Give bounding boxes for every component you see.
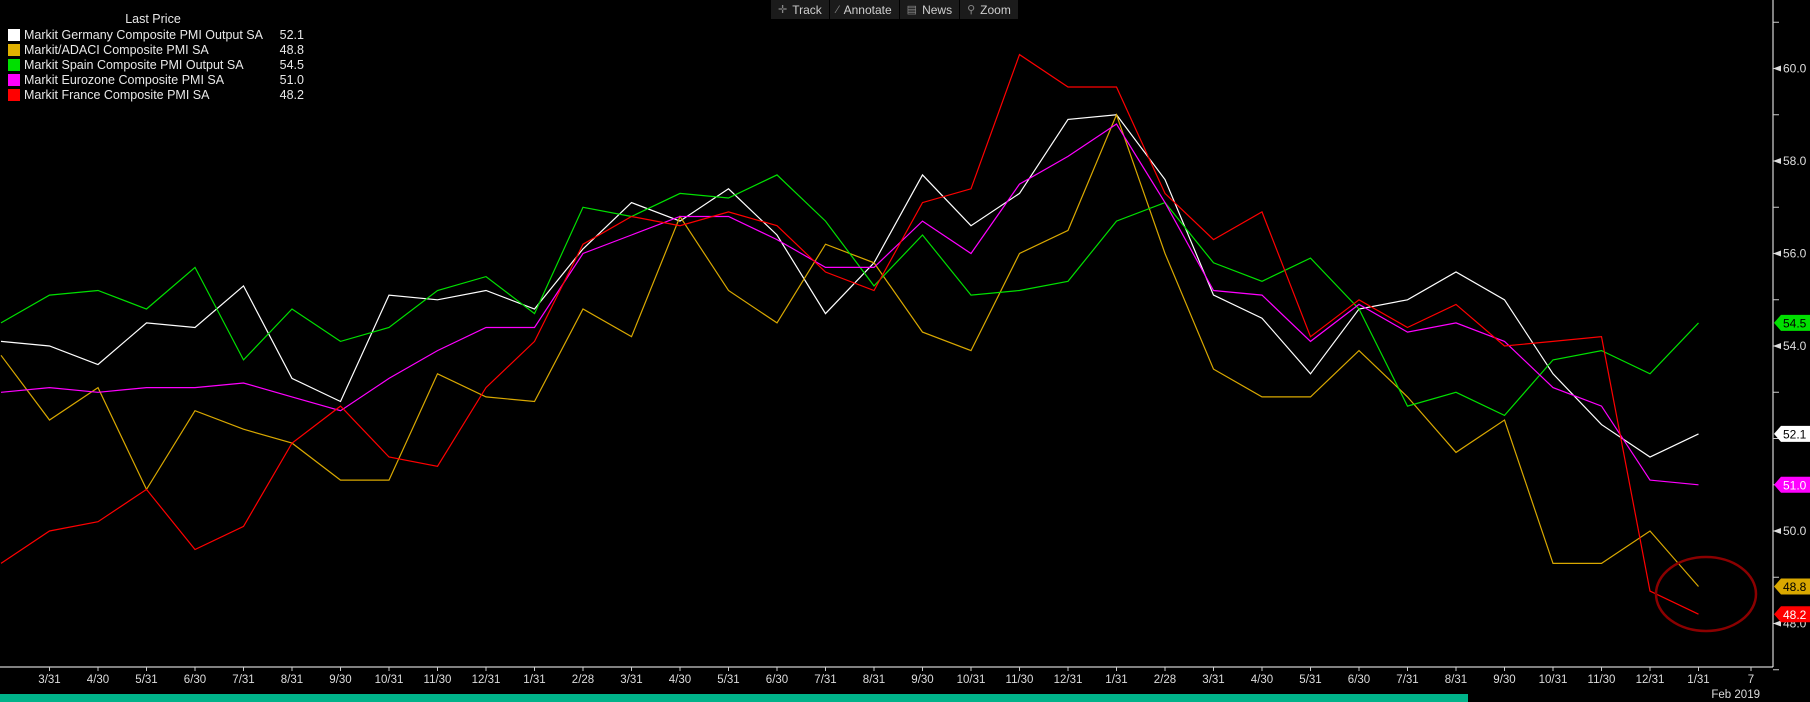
crosshair-icon: ✛ xyxy=(778,4,788,16)
pencil-icon: ⁄ xyxy=(836,3,839,16)
x-tick-label: 5/31 xyxy=(135,674,157,686)
toolbar-news-button[interactable]: ▤ News xyxy=(900,0,961,19)
x-tick-label: 1/31 xyxy=(1687,674,1709,686)
x-tick-label: 6/30 xyxy=(766,674,788,686)
last-price-label: 51.0 xyxy=(1783,478,1807,492)
series-line xyxy=(0,53,1699,615)
y-tick-marker xyxy=(1773,158,1781,164)
series-line xyxy=(0,114,1699,458)
x-tick-label: 7/31 xyxy=(1396,674,1418,686)
x-tick-label: 11/30 xyxy=(424,674,452,686)
x-tick-label: 8/31 xyxy=(863,674,885,686)
x-tick-label: 4/30 xyxy=(87,674,109,686)
y-tick-label: 54.0 xyxy=(1783,339,1807,353)
legend-swatch xyxy=(8,73,20,86)
x-tick-label: 4/30 xyxy=(669,674,691,686)
annotation-ellipse[interactable] xyxy=(1654,555,1758,633)
scroll-bar[interactable] xyxy=(0,694,1468,702)
x-tick-label: 1/31 xyxy=(1105,674,1127,686)
legend-item-value: 52.1 xyxy=(279,27,304,42)
legend-item[interactable]: Markit/ADACI Composite PMI SA 48.8 xyxy=(8,42,304,57)
y-tick-label: 56.0 xyxy=(1783,247,1807,261)
legend-swatch xyxy=(8,58,20,71)
x-tick-label: 9/30 xyxy=(329,674,351,686)
legend-item-value: 51.0 xyxy=(279,72,304,87)
x-tick-label: 2/28 xyxy=(572,674,594,686)
x-tick-label: 12/31 xyxy=(1636,674,1665,686)
x-tick-label: 12/31 xyxy=(472,674,501,686)
toolbar-track-button[interactable]: ✛ Track xyxy=(771,0,830,19)
x-tick-label: 11/30 xyxy=(1006,674,1034,686)
y-tick-marker xyxy=(1773,528,1781,534)
x-tick-label: 9/30 xyxy=(1493,674,1515,686)
toolbar-label: Track xyxy=(792,2,822,17)
y-tick-marker xyxy=(1773,65,1781,72)
series-line xyxy=(0,174,1699,417)
toolbar-annotate-button[interactable]: ⁄ Annotate xyxy=(830,0,900,19)
legend-item[interactable]: Markit France Composite PMI SA 48.2 xyxy=(8,87,304,102)
legend-item[interactable]: Markit Spain Composite PMI Output SA 54.… xyxy=(8,57,304,72)
x-tick-label: 10/31 xyxy=(1539,674,1568,686)
legend-item[interactable]: Markit Eurozone Composite PMI SA 51.0 xyxy=(8,72,304,87)
toolbar-label: Zoom xyxy=(980,2,1011,17)
last-price-label: 52.1 xyxy=(1783,427,1807,441)
legend-item-name: Markit Eurozone Composite PMI SA xyxy=(24,72,225,87)
legend-header: Last Price xyxy=(125,12,181,26)
series-line xyxy=(0,113,1699,587)
legend-item-value: 48.8 xyxy=(279,42,304,57)
x-tick-label: 1/31 xyxy=(523,674,545,686)
x-tick-label: 10/31 xyxy=(375,674,404,686)
legend-item-name: Markit France Composite PMI SA xyxy=(24,87,210,102)
x-tick-label: 4/30 xyxy=(1251,674,1273,686)
chart-toolbar: ✛ Track ⁄ Annotate ▤ News ⚲ Zoom xyxy=(771,0,1019,19)
y-tick-marker xyxy=(1773,343,1781,349)
x-tick-label: 7/31 xyxy=(814,674,836,686)
toolbar-label: Annotate xyxy=(843,2,892,17)
last-price-label: 48.8 xyxy=(1783,580,1807,594)
last-price-label: 48.2 xyxy=(1783,608,1807,622)
x-sublabel: Feb 2019 xyxy=(1711,689,1760,701)
x-tick-label: 8/31 xyxy=(281,674,303,686)
x-tick-label: 6/30 xyxy=(1348,674,1370,686)
toolbar-label: News xyxy=(922,2,953,17)
legend-item-value: 48.2 xyxy=(279,87,304,102)
legend-item-name: Markit Germany Composite PMI Output SA xyxy=(24,27,263,42)
x-tick-label: 7 xyxy=(1748,674,1754,686)
last-price-label: 54.5 xyxy=(1783,316,1807,330)
magnifier-icon: ⚲ xyxy=(967,4,976,16)
x-tick-label: 10/31 xyxy=(957,674,986,686)
legend-item-value: 54.5 xyxy=(279,57,304,72)
legend: Last Price Markit Germany Composite PMI … xyxy=(8,12,304,102)
y-tick-label: 60.0 xyxy=(1783,62,1807,76)
legend-item-name: Markit Spain Composite PMI Output SA xyxy=(24,57,244,72)
x-tick-label: 2/28 xyxy=(1154,674,1176,686)
x-tick-label: 3/31 xyxy=(38,674,60,686)
x-tick-label: 9/30 xyxy=(911,674,933,686)
x-tick-label: 5/31 xyxy=(1299,674,1321,686)
legend-item[interactable]: Markit Germany Composite PMI Output SA 5… xyxy=(8,27,304,42)
y-tick-marker xyxy=(1773,620,1781,627)
y-tick-label: 50.0 xyxy=(1783,524,1807,538)
x-tick-label: 11/30 xyxy=(1588,674,1616,686)
legend-swatch xyxy=(8,88,20,101)
toolbar-zoom-button[interactable]: ⚲ Zoom xyxy=(960,0,1019,19)
x-tick-label: 5/31 xyxy=(717,674,739,686)
x-tick-label: 3/31 xyxy=(620,674,642,686)
x-tick-label: 12/31 xyxy=(1054,674,1083,686)
pmi-line-chart[interactable]: 60.058.056.054.050.048.03/31 4/30 5/31 6/30… xyxy=(0,0,1810,702)
news-icon: ▤ xyxy=(906,4,918,16)
legend-swatch xyxy=(8,43,20,56)
series-line xyxy=(0,123,1699,486)
x-tick-label: 6/30 xyxy=(184,674,206,686)
y-tick-label: 58.0 xyxy=(1783,154,1807,168)
x-tick-label: 3/31 xyxy=(1202,674,1224,686)
x-tick-label: 7/31 xyxy=(232,674,254,686)
y-tick-marker xyxy=(1773,250,1781,257)
legend-swatch xyxy=(8,28,20,41)
legend-item-name: Markit/ADACI Composite PMI SA xyxy=(24,42,209,57)
x-tick-label: 8/31 xyxy=(1445,674,1467,686)
